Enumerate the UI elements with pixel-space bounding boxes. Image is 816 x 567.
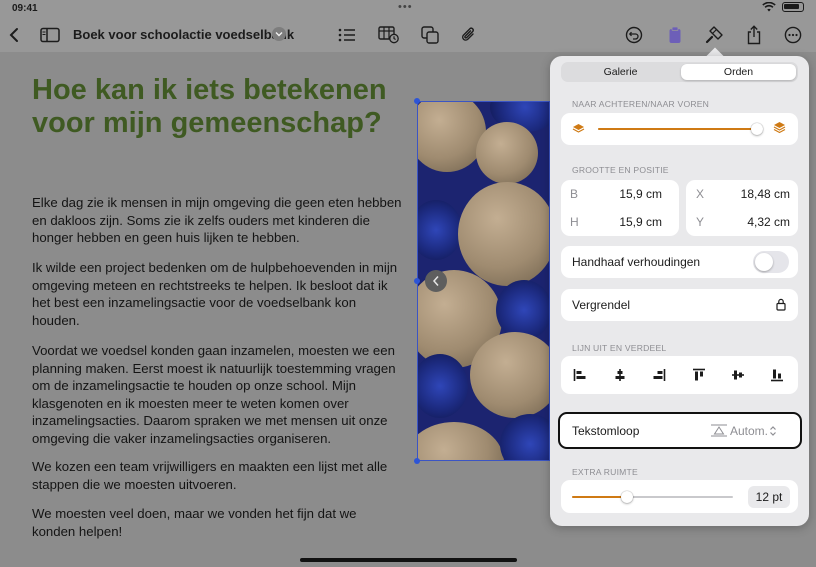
text-wrap-icon	[710, 424, 728, 442]
home-indicator[interactable]	[300, 558, 517, 562]
list-icon[interactable]	[335, 23, 359, 47]
title-menu-chevron-icon[interactable]	[272, 27, 286, 41]
layer-slider-fill	[598, 128, 757, 130]
share-icon[interactable]	[742, 23, 766, 47]
tab-galerie[interactable]: Galerie	[563, 64, 678, 80]
status-indicators	[762, 2, 804, 12]
height-label: H	[570, 215, 579, 229]
align-right-icon[interactable]	[650, 366, 668, 384]
y-position-field[interactable]: 4,32 cm	[720, 215, 790, 229]
align-center-icon[interactable]	[611, 366, 629, 384]
x-position-field[interactable]: 18,48 cm	[720, 187, 790, 201]
x-position-label: X	[696, 187, 705, 201]
egg	[418, 102, 486, 172]
tab-orden[interactable]: Orden	[681, 64, 796, 80]
size-section-label: GROOTTE EN POSITIE	[572, 165, 669, 175]
egg-carton-cup	[418, 354, 468, 418]
paragraph[interactable]: Ik wilde een project bedenken om de hulp…	[32, 259, 402, 329]
paste-icon[interactable]	[663, 23, 687, 47]
layer-section-label: NAAR ACHTEREN/NAAR VOREN	[572, 99, 710, 109]
chevron-up-down-icon[interactable]	[769, 424, 777, 442]
format-tabs: Galerie Orden	[561, 62, 798, 82]
align-section-label: LIJN UIT EN VERDEEL	[572, 343, 667, 353]
align-left-icon[interactable]	[571, 366, 589, 384]
layer-slider-knob[interactable]	[750, 123, 763, 135]
shapes-icon[interactable]	[418, 23, 442, 47]
format-brush-icon[interactable]	[702, 23, 726, 47]
egg-carton-cup	[418, 200, 462, 260]
toolbar: Boek voor schoolactie voedselbank	[0, 18, 816, 52]
spacing-section-label: EXTRA RUIMTE	[572, 467, 638, 477]
spacing-slider-knob[interactable]	[620, 491, 633, 503]
egg	[418, 422, 504, 460]
egg-carton-cup	[496, 280, 549, 340]
y-position-label: Y	[696, 215, 705, 229]
align-middle-icon[interactable]	[729, 366, 747, 384]
document-heading[interactable]: Hoe kan ik iets betekenen voor mijn geme…	[32, 74, 402, 140]
text-wrap-label: Tekstomloop	[572, 424, 640, 438]
constrain-proportions-toggle[interactable]	[753, 251, 789, 273]
selection-handle[interactable]	[414, 98, 420, 104]
paragraph[interactable]: Voordat we voedsel konden gaan inzamelen…	[32, 342, 402, 448]
paperclip-icon[interactable]	[457, 23, 481, 47]
lock-label: Vergrendel	[572, 298, 631, 312]
chevron-left-icon[interactable]	[425, 270, 447, 292]
paragraph[interactable]: We moesten veel doen, maar we vonden het…	[32, 505, 402, 540]
align-bottom-icon[interactable]	[768, 366, 786, 384]
bring-forward-icon[interactable]	[773, 121, 786, 139]
egg	[458, 182, 549, 286]
egg	[470, 332, 549, 418]
egg-carton-cup	[500, 414, 549, 460]
text-wrap-value[interactable]: Autom.	[730, 424, 768, 438]
insert-table-icon[interactable]	[377, 23, 401, 47]
align-top-icon[interactable]	[690, 366, 708, 384]
back-chevron-icon[interactable]	[2, 23, 26, 47]
spacing-slider-fill	[572, 496, 627, 498]
spacing-value-field[interactable]: 12 pt	[748, 486, 790, 508]
more-icon[interactable]	[781, 23, 805, 47]
width-label: B	[570, 187, 579, 201]
paragraph[interactable]: We kozen een team vrijwilligers en maakt…	[32, 458, 402, 493]
battery-icon	[782, 2, 804, 12]
paragraph[interactable]: Elke dag zie ik mensen in mijn omgeving …	[32, 194, 402, 247]
height-field[interactable]: 15,9 cm	[596, 215, 662, 229]
send-backward-icon[interactable]	[572, 121, 585, 139]
align-card	[561, 356, 798, 394]
multitasking-dots[interactable]: •••	[398, 1, 413, 13]
status-time: 09:41	[12, 3, 38, 14]
lock-icon	[776, 298, 786, 316]
egg	[476, 122, 538, 184]
selection-handle[interactable]	[414, 458, 420, 464]
undo-icon[interactable]	[622, 23, 646, 47]
selection-handle[interactable]	[414, 278, 420, 284]
sidebar-icon[interactable]	[38, 23, 62, 47]
wifi-icon	[762, 2, 776, 12]
constrain-proportions-label: Handhaaf verhoudingen	[572, 255, 701, 269]
document-title[interactable]: Boek voor schoolactie voedselbank	[73, 27, 294, 42]
status-bar: 09:41 •••	[0, 0, 816, 18]
width-field[interactable]: 15,9 cm	[596, 187, 662, 201]
